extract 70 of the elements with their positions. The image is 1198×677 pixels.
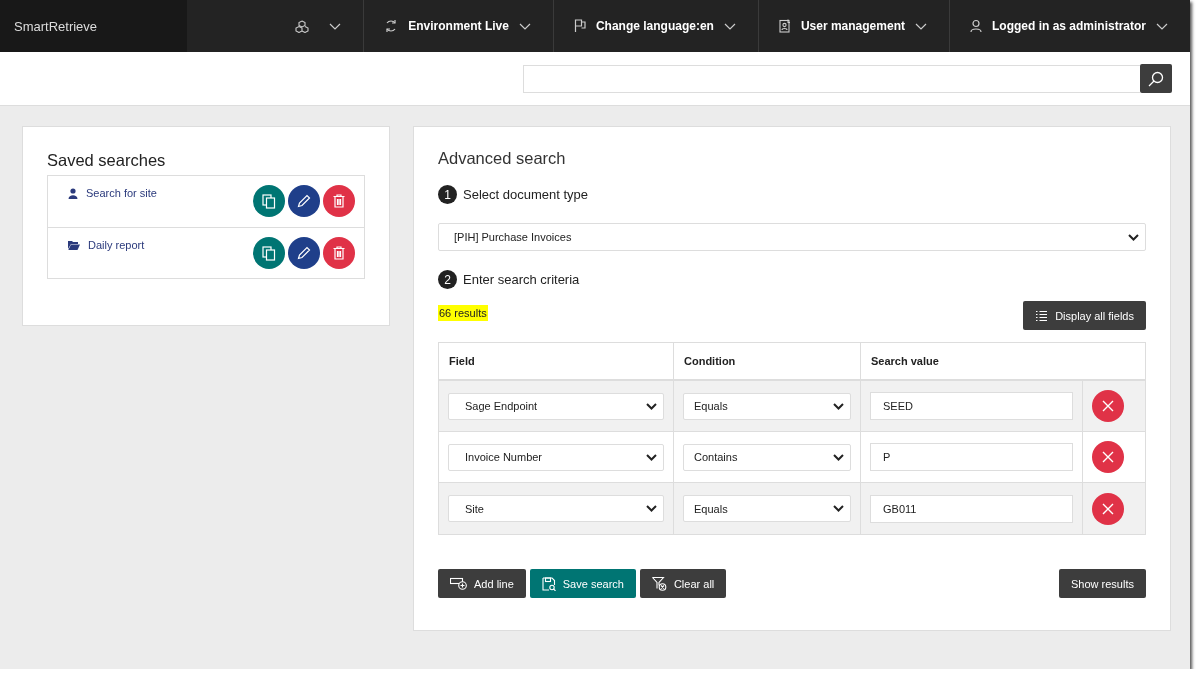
field-select[interactable]: Invoice Number	[448, 443, 664, 471]
cubes-icon	[295, 19, 310, 33]
chevron-down-icon	[833, 453, 844, 461]
card-title: Saved searches	[47, 151, 167, 170]
copy-icon	[262, 245, 276, 261]
copy-icon	[262, 193, 276, 209]
show-results-button[interactable]: Show results	[1059, 569, 1146, 598]
save-search-button[interactable]: Save search	[529, 569, 636, 598]
chevron-down-icon	[518, 22, 531, 30]
condition-select[interactable]: Contains	[683, 443, 851, 471]
clear-all-button[interactable]: Clear all	[639, 569, 727, 598]
chevron-down-icon	[1128, 233, 1139, 241]
step-label: Select document type	[463, 187, 589, 202]
remove-row-button[interactable]	[1092, 492, 1124, 525]
chevron-down-icon	[646, 505, 657, 512]
search-field[interactable]	[523, 64, 1140, 93]
chevron-down-icon	[329, 22, 342, 30]
field-select[interactable]: Site	[448, 495, 664, 522]
search-value-field[interactable]: P	[870, 443, 1073, 471]
close-icon	[1102, 451, 1114, 463]
chevron-down-icon	[646, 402, 657, 410]
chevron-down-icon	[723, 22, 736, 30]
search-icon	[1148, 70, 1164, 87]
remove-row-button[interactable]	[1092, 390, 1124, 422]
step-number: 2	[438, 270, 457, 289]
saved-search-link[interactable]: Daily report	[68, 237, 145, 253]
field-select[interactable]: Sage Endpoint	[448, 392, 664, 420]
add-row-icon	[450, 577, 467, 590]
copy-button[interactable]	[253, 185, 285, 217]
chevron-down-icon	[833, 505, 844, 512]
delete-button[interactable]	[323, 237, 355, 269]
chevron-down-icon	[1156, 22, 1168, 30]
user-icon	[68, 187, 78, 199]
folder-icon	[68, 240, 80, 250]
pencil-icon	[297, 246, 311, 260]
trash-icon	[333, 246, 345, 260]
clear-filter-icon	[651, 576, 667, 591]
user-icon	[969, 19, 982, 33]
nav-menu[interactable]: Logged in as administrator	[949, 0, 1190, 52]
search-value-field[interactable]: GB011	[870, 494, 1073, 523]
close-icon	[1102, 400, 1114, 412]
step-label: Enter search criteria	[463, 272, 580, 287]
search-value-field[interactable]: SEED	[870, 392, 1073, 420]
copy-button[interactable]	[253, 237, 285, 269]
pencil-icon	[297, 194, 311, 208]
trash-icon	[333, 194, 345, 208]
save-icon	[541, 576, 556, 591]
condition-select[interactable]: Equals	[683, 495, 851, 522]
card-title: Advanced search	[438, 149, 567, 168]
edit-button[interactable]	[288, 185, 320, 217]
step-number: 1	[438, 185, 457, 204]
app-title: SmartRetrieve	[0, 0, 187, 52]
chevron-down-icon	[646, 453, 657, 461]
document-type-select[interactable]: [PIH] Purchase Invoices	[438, 223, 1146, 251]
close-icon	[1102, 502, 1114, 515]
chevron-down-icon	[914, 22, 927, 30]
contact-card-icon	[778, 19, 791, 33]
remove-row-button[interactable]	[1092, 441, 1124, 473]
chevron-down-icon	[833, 402, 844, 410]
flag-icon	[573, 19, 586, 33]
list-icon	[1035, 309, 1049, 322]
condition-select[interactable]: Equals	[683, 392, 851, 420]
add-line-button[interactable]: Add line	[438, 569, 526, 598]
edit-button[interactable]	[288, 237, 320, 269]
result-count: 66 results	[438, 305, 488, 321]
search-button[interactable]	[1140, 64, 1172, 93]
display-all-fields-button[interactable]: Display all fields	[1023, 301, 1146, 330]
sync-icon	[384, 19, 399, 33]
delete-button[interactable]	[323, 185, 355, 217]
saved-search-link[interactable]: Search for site	[68, 185, 157, 201]
